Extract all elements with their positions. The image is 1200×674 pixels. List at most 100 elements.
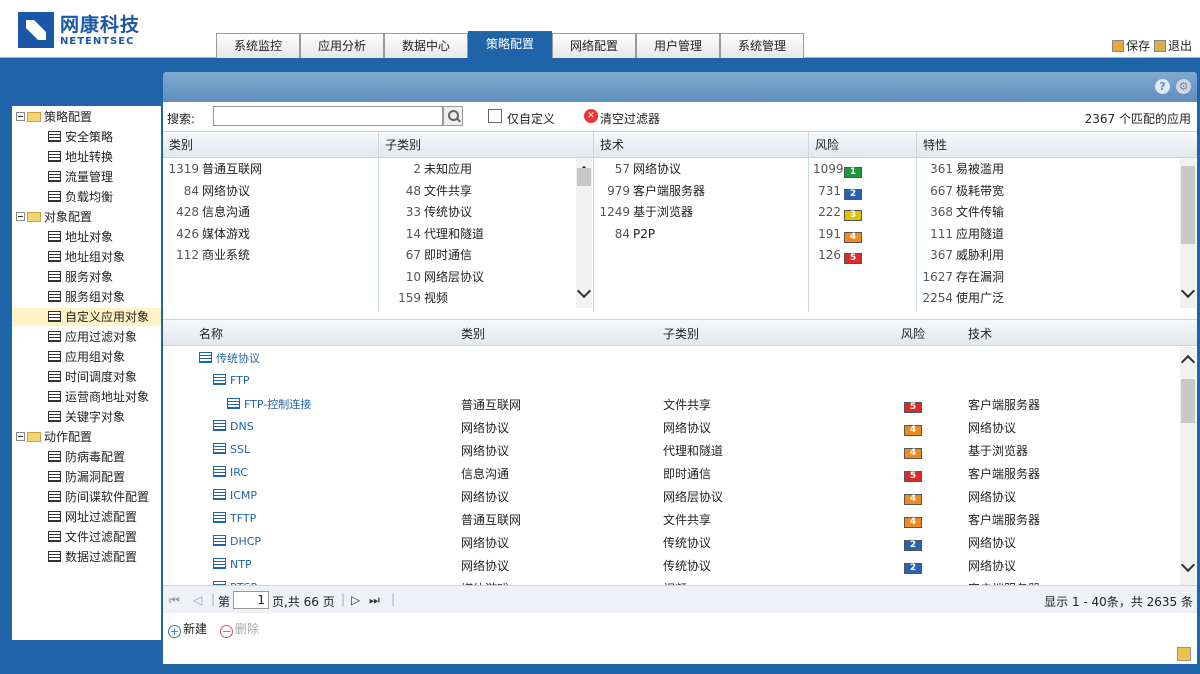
filter-option[interactable]: 84 P2P [594, 224, 808, 246]
tree-group-0[interactable]: 策略配置 [16, 108, 92, 126]
sidebar-item[interactable]: 地址对象 [12, 228, 161, 246]
filter-option[interactable]: 2 未知应用 [379, 159, 593, 181]
col-risk[interactable]: 风险 [901, 325, 925, 342]
filter-option[interactable]: 368 文件传输 [917, 202, 1197, 224]
tab-2[interactable]: 数据中心 [384, 33, 468, 58]
table-row[interactable]: TFTP 普通互联网 文件共享 4 客户端服务器 [163, 507, 1179, 530]
prev-page-icon[interactable]: ◁ [193, 593, 202, 607]
table-row[interactable]: SSL 网络协议 代理和隧道 4 基于浏览器 [163, 438, 1179, 461]
save-link[interactable]: 保存 [1111, 37, 1150, 54]
delete-button[interactable]: − 删除 [220, 620, 259, 638]
filter-option[interactable]: 33 传统协议 [379, 202, 593, 224]
search-input[interactable] [213, 106, 443, 126]
collapse-icon[interactable] [16, 212, 25, 221]
sidebar-item[interactable]: 服务对象 [12, 268, 161, 286]
filter-option[interactable]: 126 5 [809, 245, 916, 267]
app-name[interactable]: ICMP [230, 489, 257, 502]
sidebar-item[interactable]: 流量管理 [12, 168, 161, 186]
filter-option[interactable]: 67 即时通信 [379, 245, 593, 267]
feature-scrollbar[interactable] [1180, 158, 1196, 308]
sidebar-item[interactable]: 文件过滤配置 [12, 528, 161, 546]
first-page-icon[interactable]: ⏮ [169, 593, 180, 608]
filter-option[interactable]: 57 网络协议 [594, 159, 808, 181]
grid-scrollbar[interactable] [1180, 347, 1196, 586]
filter-option[interactable]: 111 应用隧道 [917, 224, 1197, 246]
app-name[interactable]: SSL [230, 443, 250, 456]
clear-filter-button[interactable]: 清空过滤器 [600, 110, 660, 127]
filter-option[interactable]: 14 代理和隧道 [379, 224, 593, 246]
app-name[interactable]: 传统协议 [216, 352, 260, 365]
filter-option[interactable]: 48 文件共享 [379, 181, 593, 203]
product-icon[interactable] [1177, 647, 1191, 661]
new-button[interactable]: + 新建 [168, 620, 207, 638]
filter-option[interactable]: 1627 存在漏洞 [917, 267, 1197, 289]
filter-option[interactable]: 428 信息沟通 [163, 202, 378, 224]
sidebar-item[interactable]: 运营商地址对象 [12, 388, 161, 406]
app-name[interactable]: FTP [230, 374, 250, 387]
scroll-thumb[interactable] [1181, 166, 1195, 244]
next-page-icon[interactable]: ▷ [351, 593, 360, 607]
search-button[interactable] [443, 106, 463, 126]
filter-option[interactable]: 667 极耗带宽 [917, 181, 1197, 203]
tree-group-2[interactable]: 动作配置 [16, 428, 92, 446]
tab-3[interactable]: 策略配置 [468, 31, 552, 58]
gear-icon[interactable]: ⚙ [1176, 79, 1191, 94]
tab-1[interactable]: 应用分析 [300, 33, 384, 58]
page-input[interactable]: 1 [233, 591, 269, 609]
last-page-icon[interactable]: ⏭ [369, 593, 380, 608]
custom-only-checkbox[interactable] [488, 109, 502, 123]
app-name[interactable]: DNS [230, 420, 254, 433]
tab-5[interactable]: 用户管理 [636, 33, 720, 58]
table-row[interactable]: DHCP 网络协议 传统协议 2 网络协议 [163, 530, 1179, 553]
filter-option[interactable]: 1099 1 [809, 159, 916, 181]
sidebar-item[interactable]: 安全策略 [12, 128, 161, 146]
col-name[interactable]: 名称 [199, 325, 223, 342]
sidebar-item[interactable]: 应用组对象 [12, 348, 161, 366]
table-row[interactable]: ICMP 网络协议 网络层协议 4 网络协议 [163, 484, 1179, 507]
clear-filter-icon[interactable]: ✕ [584, 109, 598, 123]
sidebar-item[interactable]: 地址组对象 [12, 248, 161, 266]
table-row[interactable]: NTP 网络协议 传统协议 2 网络协议 [163, 553, 1179, 576]
scroll-thumb[interactable] [1181, 379, 1195, 423]
scroll-up-icon[interactable] [1180, 354, 1196, 370]
collapse-icon[interactable] [16, 112, 25, 121]
filter-option[interactable]: 361 易被滥用 [917, 159, 1197, 181]
scroll-down-icon[interactable] [1180, 557, 1196, 573]
filter-option[interactable]: 10 网络层协议 [379, 267, 593, 289]
tab-0[interactable]: 系统监控 [216, 33, 300, 58]
table-row[interactable]: 传统协议 [163, 346, 1179, 369]
app-name[interactable]: DHCP [230, 535, 261, 548]
logout-link[interactable]: 退出 [1153, 37, 1192, 54]
scroll-thumb[interactable] [577, 168, 591, 186]
tab-6[interactable]: 系统管理 [720, 33, 804, 58]
sidebar-item[interactable]: 防漏洞配置 [12, 468, 161, 486]
sidebar-item[interactable]: 负载均衡 [12, 188, 161, 206]
sidebar-item[interactable]: 地址转换 [12, 148, 161, 166]
sidebar-item[interactable]: 防间谍软件配置 [12, 488, 161, 506]
filter-option[interactable]: 222 3 [809, 202, 916, 224]
table-row[interactable]: FTP-控制连接 普通互联网 文件共享 5 客户端服务器 [163, 392, 1179, 415]
filter-option[interactable]: 191 4 [809, 224, 916, 246]
tab-4[interactable]: 网络配置 [552, 33, 636, 58]
app-name[interactable]: NTP [230, 558, 252, 571]
sidebar-item[interactable]: 数据过滤配置 [12, 548, 161, 566]
scroll-down-icon[interactable] [1180, 283, 1196, 299]
help-icon[interactable]: ? [1155, 79, 1170, 94]
filter-option[interactable]: 367 威胁利用 [917, 245, 1197, 267]
filter-option[interactable]: 979 客户端服务器 [594, 181, 808, 203]
sidebar-item[interactable]: 网址过滤配置 [12, 508, 161, 526]
app-name[interactable]: FTP-控制连接 [244, 398, 311, 411]
filter-option[interactable]: 1249 基于浏览器 [594, 202, 808, 224]
col-subcategory[interactable]: 子类别 [663, 325, 699, 342]
col-category[interactable]: 类别 [461, 325, 485, 342]
filter-option[interactable]: 731 2 [809, 181, 916, 203]
sidebar-item[interactable]: 自定义应用对象 [12, 308, 161, 326]
subcategory-scrollbar[interactable] [576, 158, 592, 308]
filter-option[interactable]: 112 商业系统 [163, 245, 378, 267]
app-name[interactable]: IRC [230, 466, 248, 479]
sidebar-item[interactable]: 服务组对象 [12, 288, 161, 306]
tree-group-1[interactable]: 对象配置 [16, 208, 92, 226]
col-technology[interactable]: 技术 [968, 325, 992, 342]
app-name[interactable]: TFTP [230, 512, 256, 525]
sidebar-item[interactable]: 防病毒配置 [12, 448, 161, 466]
